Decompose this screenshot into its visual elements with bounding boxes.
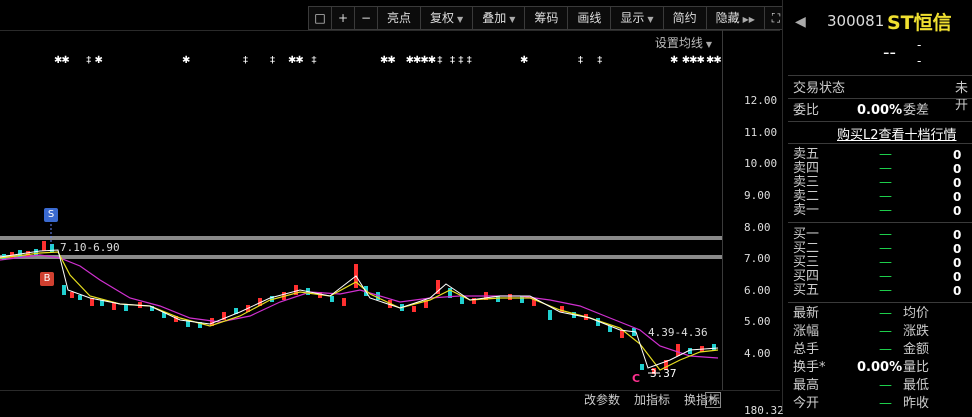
trade-status-value: 未开 [955, 81, 969, 113]
buy-l2-link[interactable]: 购买L2查看十档行情 [837, 124, 957, 143]
stat-label: 均价 [903, 306, 930, 321]
stat-label: 今开 [793, 396, 820, 411]
candles [2, 241, 716, 374]
buy-signal-marker[interactable]: B [40, 272, 54, 286]
stat-value: — [879, 306, 892, 321]
price-change: - [917, 38, 922, 52]
stat-label: 最低 [903, 378, 930, 393]
current-price: -- [883, 42, 896, 63]
price-axis-label: 6.00 [744, 284, 771, 297]
indicator-bar: 改参数 加指标 换指标 [584, 391, 720, 408]
kline-chart-area[interactable]: □ + − 亮点 复权 ▼ 叠加 ▼ 筹码 画线 显示 ▼ 简约 隐藏 ▶▶ ⛶ 设置均… [0, 0, 788, 417]
stock-name: ST恒信 [887, 12, 952, 34]
weibi-value: 0.00% [857, 103, 903, 118]
bid-label: 买五 [793, 283, 820, 298]
price-axis-label: 8.00 [744, 221, 771, 234]
stat-label: 总手 [793, 342, 820, 357]
stat-label: 换手* [793, 360, 826, 375]
bid-volume: 0 [953, 284, 962, 298]
stat-value: — [879, 342, 892, 357]
stat-value: — [879, 396, 892, 411]
ma-line-white [0, 249, 719, 369]
range-label-top: 7.10-6.90 [60, 241, 120, 254]
double-arrow-icon: ▶▶ [742, 15, 755, 24]
close-icon[interactable]: ✕ [705, 392, 721, 408]
stat-label: 涨跌 [903, 324, 930, 339]
quote-panel: ◀ 300081 ST恒信 -- - - 交易状态 未开 委比 0.00% 委差… [782, 0, 972, 412]
price-axis-label: 9.00 [744, 189, 771, 202]
ask-price: — [879, 203, 892, 218]
divider [788, 121, 972, 122]
add-indicator-button[interactable]: 加指标 [634, 391, 670, 408]
ask-label: 卖一 [793, 203, 820, 218]
ask-volume: 0 [953, 176, 962, 190]
sell-signal-marker[interactable]: S [44, 208, 58, 222]
bid-volume: 0 [953, 270, 962, 284]
stat-label: 最高 [793, 378, 820, 393]
price-axis-label: 7.00 [744, 252, 771, 265]
ma-line-yellow [0, 251, 719, 371]
divider [788, 75, 972, 76]
price-axis-label: 4.00 [744, 347, 771, 360]
divider [788, 222, 972, 223]
stock-code: 300081 [827, 12, 885, 30]
stat-label: 量比 [903, 360, 930, 375]
stat-label: 最新 [793, 306, 820, 321]
price-axis-label: 5.00 [744, 315, 771, 328]
bid-volume: 0 [953, 242, 962, 256]
ask-volume: 0 [953, 162, 962, 176]
ma-line-magenta [0, 254, 719, 359]
stat-value: — [879, 324, 892, 339]
price-axis-label: 12.00 [744, 94, 778, 107]
signal-marker-c[interactable]: C [632, 372, 640, 385]
trade-status-label: 交易状态 [793, 81, 846, 96]
ask-volume: 0 [953, 204, 962, 218]
ask-volume: 0 [953, 148, 962, 162]
stat-value: — [879, 378, 892, 393]
price-axis-label: 11.00 [744, 126, 778, 139]
price-change-pct: - [917, 54, 922, 68]
weicha-label: 委差 [903, 103, 930, 118]
stat-value: 0.00% [857, 360, 903, 375]
divider [788, 98, 972, 99]
candlestick-chart[interactable]: 7.10-6.90 4.39-4.36 3.37 [0, 0, 722, 412]
price-axis-label: 10.00 [744, 157, 778, 170]
stat-label: 涨幅 [793, 324, 820, 339]
bid-price: — [879, 283, 892, 298]
stat-label: 金额 [903, 342, 930, 357]
range-band-top [0, 236, 722, 240]
change-params-button[interactable]: 改参数 [584, 391, 620, 408]
range-label-mid: 4.39-4.36 [648, 326, 708, 339]
stat-label: 昨收 [903, 396, 930, 411]
divider [788, 302, 972, 303]
bid-volume: 0 [953, 228, 962, 242]
divider [788, 143, 972, 144]
range-band-mid [0, 255, 722, 259]
bid-volume: 0 [953, 256, 962, 270]
ask-volume: 0 [953, 190, 962, 204]
price-axis-label: 180.32 [744, 404, 784, 417]
weibi-label: 委比 [793, 103, 820, 118]
axis-divider [722, 30, 723, 390]
back-arrow-icon[interactable]: ◀ [795, 14, 806, 30]
